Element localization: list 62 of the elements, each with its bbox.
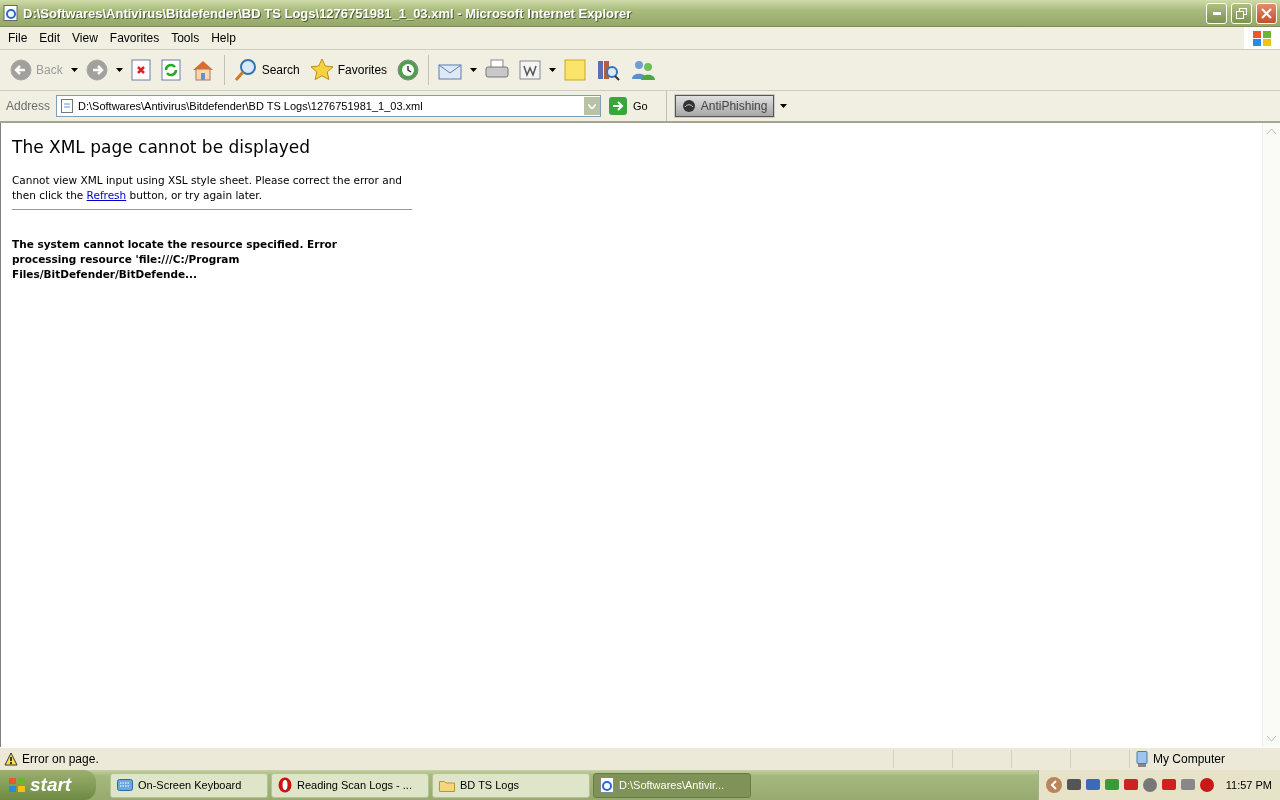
browser-page-icon: [3, 5, 19, 21]
taskbar-button[interactable]: BD TS Logs: [432, 772, 590, 798]
menu-item[interactable]: View: [66, 29, 104, 47]
status-text: Error on page.: [22, 752, 99, 766]
caret-icon: [115, 68, 123, 72]
printer-icon: [485, 59, 510, 81]
warning-icon: [4, 752, 18, 766]
search-icon: [233, 58, 258, 82]
antiphishing-button[interactable]: AntiPhishing: [674, 95, 775, 117]
books-magnifier-icon: [596, 58, 621, 82]
clock: 11:57 PM: [1225, 779, 1272, 791]
taskbar-button[interactable]: Reading Scan Logs - ...: [271, 772, 429, 798]
dropdown-button[interactable]: [778, 104, 790, 108]
caret-icon: [549, 68, 557, 72]
folder-icon: [439, 778, 455, 792]
stop-icon: [130, 59, 151, 81]
restore-button[interactable]: [1231, 2, 1252, 24]
people-icon: [630, 59, 657, 81]
caret-icon: [70, 68, 78, 72]
dropdown-button[interactable]: [68, 68, 80, 72]
chevron-left-icon[interactable]: [1044, 776, 1063, 794]
page-heading: The XML page cannot be displayed: [12, 137, 312, 157]
favorites-button[interactable]: Favorites: [305, 55, 392, 85]
dropdown-button[interactable]: [547, 68, 559, 72]
zone-label: My Computer: [1153, 752, 1226, 766]
address-text: D:\Softwares\Antivirus\Bitdefender\BD TS Logs\1276751981_1_03.xml: [78, 100, 424, 112]
four-color-flag-icon: [8, 777, 26, 793]
computer-icon: [1135, 751, 1149, 767]
address-field[interactable]: D:\Softwares\Antivirus\Bitdefender\BD TS Logs\1276751981_1_03.xml: [56, 95, 602, 117]
taskbar-button[interactable]: On-Screen Keyboard: [110, 772, 268, 798]
browser-document-icon: [600, 777, 614, 793]
dropdown-button[interactable]: [468, 68, 480, 72]
go-button[interactable]: Go: [605, 97, 652, 115]
scrollbar[interactable]: [1262, 123, 1280, 747]
star-icon: [309, 58, 334, 82]
minimize-icon: [1212, 11, 1221, 15]
error-message: Cannot view XML input using XSL style sheet. Please correct the error and then click the Refresh button, or try again later.: [12, 173, 403, 203]
window-title: D:\Softwares\Antivirus\Bitdefender\BD TS Logs\1276751981_1_03.xml - Microsoft Internet Explorer: [23, 5, 633, 21]
refresh-icon: [160, 59, 181, 81]
o-logo-icon: [278, 777, 292, 793]
word-document-icon: [519, 60, 542, 80]
search-button[interactable]: Search: [229, 55, 304, 85]
restore-icon: [1236, 7, 1247, 19]
error-details: The system cannot locate the resource specified. Error processing resource 'file:///C:/Program Files/BitDefender/BitDefende...: [12, 237, 338, 282]
menu-item[interactable]: Edit: [33, 29, 67, 47]
close-button[interactable]: [1256, 2, 1277, 24]
caret-icon: [780, 104, 788, 108]
note-icon: [564, 59, 587, 81]
dropdown-button[interactable]: [113, 68, 125, 72]
caret-icon: [470, 68, 478, 72]
minimize-button[interactable]: [1206, 2, 1227, 24]
menu-item[interactable]: Favorites: [103, 29, 166, 47]
menu-item[interactable]: File: [2, 29, 34, 47]
refresh-link[interactable]: Refresh: [86, 189, 127, 201]
menu-item[interactable]: Help: [205, 29, 242, 47]
keyboard-icon: [117, 779, 133, 791]
history-clock-icon: [397, 59, 420, 81]
four-color-flag-icon: [1252, 29, 1272, 47]
address-label: Address: [6, 99, 51, 113]
close-icon: [1261, 7, 1272, 19]
menu-item[interactable]: Tools: [165, 29, 206, 47]
page-icon: [60, 99, 75, 113]
